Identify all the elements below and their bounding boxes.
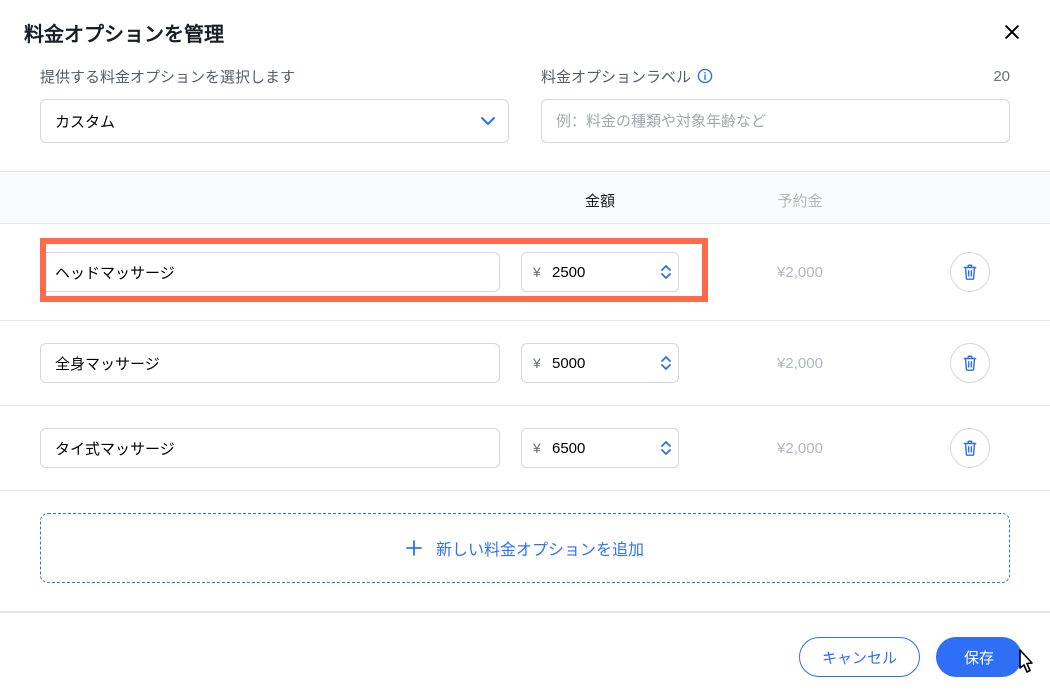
step-up-button[interactable] <box>661 265 671 271</box>
chevron-up-icon <box>661 265 671 271</box>
trash-icon <box>961 263 979 281</box>
manage-pricing-dialog: 料金オプションを管理 提供する料金オプションを選択します カスタム 料金オプショ… <box>0 0 1050 677</box>
step-down-button[interactable] <box>661 449 671 455</box>
table-header: 金額 予約金 <box>0 172 1050 223</box>
dialog-title: 料金オプションを管理 <box>24 18 224 47</box>
select-label: 提供する料金オプションを選択します <box>40 66 295 87</box>
chevron-down-icon <box>661 449 671 455</box>
text-label: 料金オプションラベル <box>541 66 713 87</box>
row-deposit: ¥2,000 <box>700 440 900 457</box>
dialog-footer: キャンセル 保存 <box>0 612 1050 677</box>
row-deposit: ¥2,000 <box>700 355 900 372</box>
row-amount-input[interactable] <box>521 252 679 292</box>
chevron-down-icon <box>661 273 671 279</box>
currency-symbol: ¥ <box>533 264 541 280</box>
amount-stepper <box>661 441 671 455</box>
trash-icon <box>961 439 979 457</box>
col-deposit: 予約金 <box>700 190 900 211</box>
row-name-input[interactable] <box>40 428 500 468</box>
row-deposit: ¥2,000 <box>700 264 900 281</box>
table-row: ¥ ¥2,000 <box>0 223 1050 320</box>
amount-stepper <box>661 356 671 370</box>
info-icon[interactable] <box>697 68 713 84</box>
close-icon <box>1002 22 1022 42</box>
step-up-button[interactable] <box>661 441 671 447</box>
save-button[interactable]: 保存 <box>936 637 1022 677</box>
option-type-select[interactable]: カスタム <box>40 99 509 143</box>
top-controls: 提供する料金オプションを選択します カスタム 料金オプションラベル <box>0 47 1050 171</box>
step-down-button[interactable] <box>661 273 671 279</box>
char-counter: 20 <box>993 68 1010 85</box>
pricing-table: 金額 予約金 ¥ ¥2,000 <box>0 171 1050 612</box>
row-name-input[interactable] <box>40 252 500 292</box>
delete-row-button[interactable] <box>950 428 990 468</box>
row-amount-input[interactable] <box>521 428 679 468</box>
close-button[interactable] <box>998 18 1026 46</box>
add-option-label: 新しい料金オプションを追加 <box>436 536 644 560</box>
dialog-header: 料金オプションを管理 <box>0 0 1050 47</box>
col-amount: 金額 <box>500 190 700 211</box>
table-row: ¥ ¥2,000 <box>0 320 1050 405</box>
chevron-down-icon <box>661 364 671 370</box>
select-value: カスタム <box>55 114 115 131</box>
amount-wrap: ¥ <box>521 252 679 292</box>
delete-row-button[interactable] <box>950 252 990 292</box>
amount-stepper <box>661 265 671 279</box>
currency-symbol: ¥ <box>533 355 541 371</box>
currency-symbol: ¥ <box>533 440 541 456</box>
chevron-up-icon <box>661 356 671 362</box>
cancel-button[interactable]: キャンセル <box>799 637 920 677</box>
amount-wrap: ¥ <box>521 343 679 383</box>
row-name-input[interactable] <box>40 343 500 383</box>
row-amount-input[interactable] <box>521 343 679 383</box>
label-column: 料金オプションラベル 20 <box>541 65 1010 143</box>
add-row-section: 新しい料金オプションを追加 <box>0 490 1050 611</box>
amount-wrap: ¥ <box>521 428 679 468</box>
delete-row-button[interactable] <box>950 343 990 383</box>
trash-icon <box>961 354 979 372</box>
add-option-button[interactable]: 新しい料金オプションを追加 <box>40 513 1010 583</box>
select-column: 提供する料金オプションを選択します カスタム <box>40 65 509 143</box>
option-type-select-wrap: カスタム <box>40 99 509 143</box>
option-label-input[interactable] <box>541 99 1010 143</box>
table-row: ¥ ¥2,000 <box>0 405 1050 490</box>
plus-icon <box>406 540 422 556</box>
step-down-button[interactable] <box>661 364 671 370</box>
chevron-up-icon <box>661 441 671 447</box>
step-up-button[interactable] <box>661 356 671 362</box>
